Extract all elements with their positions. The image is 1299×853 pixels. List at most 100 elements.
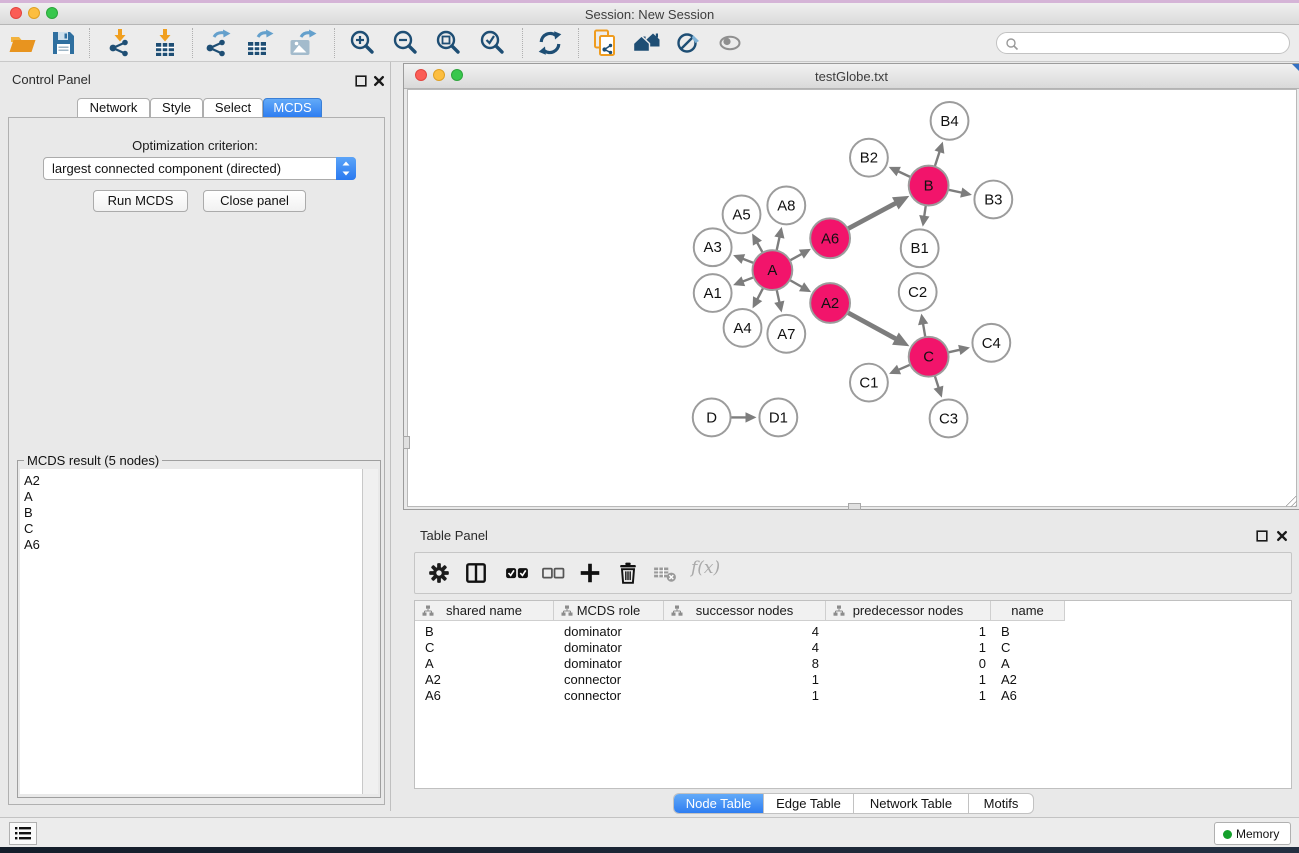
tab-style[interactable]: Style	[150, 98, 203, 118]
zoom-fit-icon[interactable]	[433, 28, 463, 58]
split-columns-icon[interactable]	[464, 561, 488, 585]
graph-edge[interactable]	[845, 203, 896, 230]
table-cell[interactable]: dominator	[564, 640, 659, 656]
column-header-shared-name[interactable]: shared name	[415, 601, 554, 621]
resize-grip[interactable]	[1286, 496, 1297, 507]
float-table-panel-icon[interactable]	[1256, 530, 1268, 542]
network-window-titlebar[interactable]: testGlobe.txt	[404, 64, 1299, 89]
table-toolbar: f(x)	[414, 552, 1292, 594]
tab-network[interactable]: Network	[77, 98, 150, 118]
table-cell[interactable]: 4	[674, 640, 819, 656]
first-neighbors-icon[interactable]	[632, 28, 662, 58]
show-graphics-details-icon[interactable]	[715, 28, 745, 58]
graph-edge[interactable]	[845, 311, 896, 339]
close-panel-icon[interactable]	[373, 75, 385, 87]
hide-annotations-icon[interactable]	[673, 28, 703, 58]
export-table-icon[interactable]	[244, 28, 274, 58]
table-cell[interactable]: connector	[564, 688, 659, 704]
title-bar[interactable]: Session: New Session	[0, 3, 1299, 25]
table-cell[interactable]: A	[1001, 656, 1061, 672]
table-cell[interactable]: 1	[674, 672, 819, 688]
zoom-out-icon[interactable]	[390, 28, 420, 58]
table-cell[interactable]: A2	[1001, 672, 1061, 688]
table-cell[interactable]: 1	[836, 624, 986, 640]
float-panel-icon[interactable]	[355, 75, 367, 87]
clear-check-icon[interactable]	[541, 561, 565, 585]
bottom-panel-handle[interactable]	[848, 503, 861, 510]
table-cell[interactable]: dominator	[564, 656, 659, 672]
tab-edge-table[interactable]: Edge Table	[764, 794, 854, 813]
graph-node-label: A7	[777, 326, 795, 343]
graph-edge-arrow	[919, 215, 929, 227]
tab-network-table[interactable]: Network Table	[854, 794, 969, 813]
left-panel-handle[interactable]	[403, 436, 410, 449]
table-cell[interactable]: A6	[1001, 688, 1061, 704]
tab-mcds[interactable]: MCDS	[263, 98, 322, 118]
tab-motifs[interactable]: Motifs	[969, 794, 1033, 813]
table-cell[interactable]: 0	[836, 656, 986, 672]
table-cell[interactable]: 1	[836, 672, 986, 688]
table-cell[interactable]: 8	[674, 656, 819, 672]
export-network-icon[interactable]	[202, 28, 232, 58]
show-panels-button[interactable]	[9, 822, 37, 845]
memory-button[interactable]: Memory	[1214, 822, 1291, 845]
graph-edge-arrow	[958, 345, 970, 355]
refresh-view-icon[interactable]	[535, 28, 565, 58]
add-entry-icon[interactable]	[578, 561, 602, 585]
run-mcds-button[interactable]: Run MCDS	[93, 190, 188, 212]
table-cell[interactable]: 1	[836, 640, 986, 656]
function-builder-icon[interactable]: f(x)	[691, 558, 720, 578]
table-cell[interactable]: 4	[674, 624, 819, 640]
close-table-panel-icon[interactable]	[1276, 530, 1288, 542]
graph-edge-arrow	[960, 187, 972, 197]
column-header-predecessor-nodes[interactable]: predecessor nodes	[826, 601, 991, 621]
delete-entry-icon[interactable]	[616, 561, 640, 585]
close-panel-button[interactable]: Close panel	[203, 190, 306, 212]
result-item[interactable]: A2	[20, 473, 378, 489]
mcds-result-list: A2 A B C A6	[20, 469, 378, 794]
table-cell[interactable]: 1	[674, 688, 819, 704]
table-row[interactable]: A6 connector 1 1 A6	[415, 688, 1291, 704]
table-cell[interactable]: 1	[836, 688, 986, 704]
import-table-icon[interactable]	[150, 28, 180, 58]
tree-icon	[833, 605, 845, 617]
table-cell[interactable]: A6	[425, 688, 544, 704]
table-cell[interactable]: C	[425, 640, 544, 656]
export-image-icon[interactable]	[287, 28, 317, 58]
network-graph[interactable]: B4B2BB3A8A5A6A3B1AA1C2A2A4A7C4CC1C3DD1	[407, 89, 1297, 507]
table-cell[interactable]: B	[1001, 624, 1061, 640]
result-scrollbar[interactable]	[362, 469, 378, 794]
optimization-criterion-select[interactable]: largest connected component (directed)	[43, 157, 356, 180]
open-session-icon[interactable]	[7, 28, 37, 58]
table-cell[interactable]: dominator	[564, 624, 659, 640]
tab-select[interactable]: Select	[203, 98, 263, 118]
result-item[interactable]: B	[20, 505, 378, 521]
table-cell[interactable]: A2	[425, 672, 544, 688]
tab-node-table[interactable]: Node Table	[674, 794, 764, 813]
column-header-name[interactable]: name	[991, 601, 1065, 621]
table-cell[interactable]: B	[425, 624, 544, 640]
table-row[interactable]: Adominator80A	[415, 656, 1291, 672]
table-settings-icon[interactable]	[427, 561, 451, 585]
column-header-successor-nodes[interactable]: successor nodes	[664, 601, 826, 621]
save-session-icon[interactable]	[48, 28, 78, 58]
table-cell[interactable]: C	[1001, 640, 1061, 656]
result-item[interactable]: A	[20, 489, 378, 505]
result-item[interactable]: A6	[20, 537, 378, 553]
table-row[interactable]: Bdominator41B	[415, 624, 1291, 640]
result-item[interactable]: C	[20, 521, 378, 537]
new-network-from-selection-icon[interactable]	[590, 28, 620, 58]
zoom-in-icon[interactable]	[347, 28, 377, 58]
search-input[interactable]	[996, 32, 1290, 54]
table-row[interactable]: Cdominator41C	[415, 640, 1291, 656]
node-table: shared name MCDS role successor nodes pr…	[414, 600, 1292, 789]
delete-table-icon[interactable]	[653, 561, 677, 585]
table-row[interactable]: A2 connector 1 1 A2	[415, 672, 1291, 688]
select-stepper-icon	[336, 157, 356, 180]
table-cell[interactable]: connector	[564, 672, 659, 688]
zoom-selected-icon[interactable]	[477, 28, 507, 58]
table-cell[interactable]: A	[425, 656, 544, 672]
select-all-check-icon[interactable]	[505, 561, 529, 585]
column-header-mcds-role[interactable]: MCDS role	[554, 601, 664, 621]
import-network-icon[interactable]	[105, 28, 135, 58]
